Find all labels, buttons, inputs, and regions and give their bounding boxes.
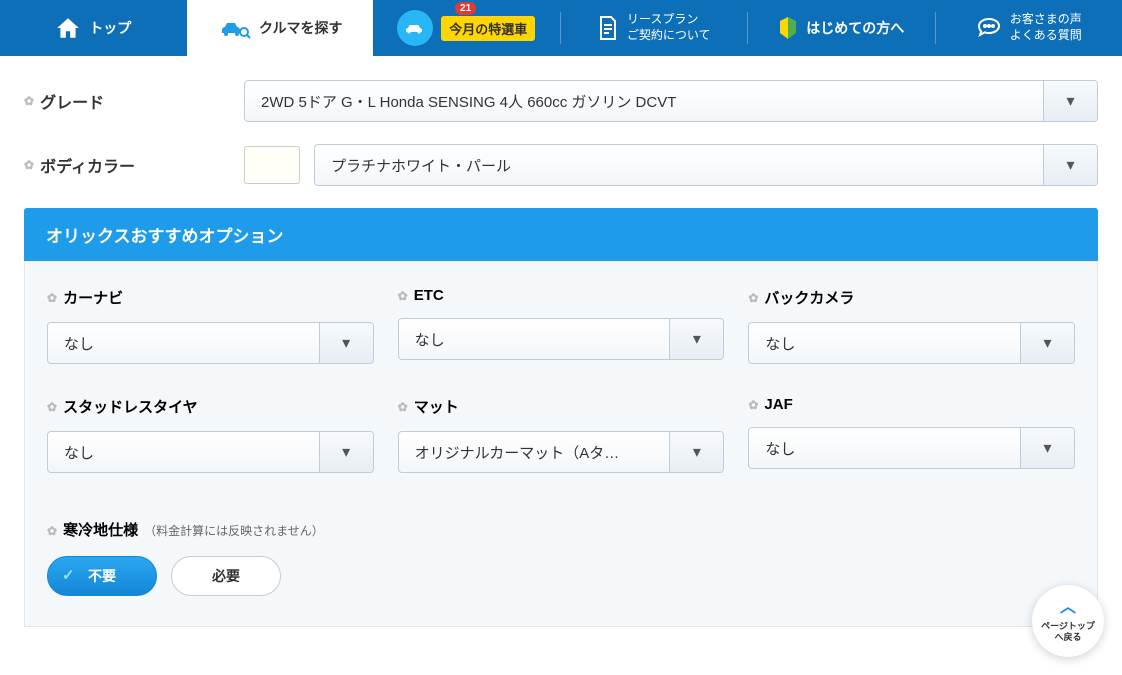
gear-icon: ✿ xyxy=(47,524,57,538)
nav-voice-line1: お客さまの声 xyxy=(1010,12,1082,28)
option-select-text: なし xyxy=(749,333,1020,354)
nav-lease-line2: ご契約について xyxy=(627,28,711,44)
option-label-text: ETC xyxy=(414,287,444,304)
nav-search[interactable]: クルマを探す xyxy=(187,0,374,56)
option-select[interactable]: なし▾ xyxy=(748,322,1075,364)
body-color-label: ✿ ボディカラー xyxy=(24,153,244,177)
nav-special[interactable]: 21 今月の特選車 xyxy=(373,0,560,56)
chevron-down-icon: ▾ xyxy=(669,319,723,359)
color-swatch xyxy=(244,146,300,184)
chevron-down-icon: ▾ xyxy=(319,323,373,363)
pagetop-line1: ページトップ xyxy=(1041,621,1095,633)
cold-yes-pill[interactable]: 必要 xyxy=(171,556,281,596)
nav-top-label: トップ xyxy=(89,18,131,38)
cold-no-pill[interactable]: ✓ 不要 xyxy=(47,556,157,596)
nav-search-label: クルマを探す xyxy=(259,18,343,38)
nav-special-label: 今月の特選車 xyxy=(441,16,535,41)
chevron-down-icon: ▾ xyxy=(1020,428,1074,468)
body-color-select[interactable]: プラチナホワイト・パール ▾ xyxy=(314,144,1098,186)
option-label-text: バックカメラ xyxy=(764,287,854,308)
cold-no-text: 不要 xyxy=(88,566,116,586)
gear-icon: ✿ xyxy=(47,400,57,414)
page-top-button[interactable]: ︿ ページトップ へ戻る xyxy=(1032,585,1104,657)
option-select-text: なし xyxy=(48,442,319,463)
grade-label: ✿ グレード xyxy=(24,89,244,113)
check-icon: ✓ xyxy=(62,566,75,584)
option-label: ✿ カーナビ xyxy=(47,287,374,308)
document-icon xyxy=(597,15,619,41)
option-item: ✿ マットオリジナルカーマット（Aタ…▾ xyxy=(398,396,725,473)
option-item: ✿ スタッドレスタイヤなし▾ xyxy=(47,396,374,473)
cold-note: （料金計算には反映されません） xyxy=(144,522,324,539)
car-search-icon xyxy=(217,17,251,39)
option-select-text: オリジナルカーマット（Aタ… xyxy=(399,442,670,463)
cold-label: ✿ 寒冷地仕様 （料金計算には反映されません） xyxy=(47,519,1075,540)
cold-yes-text: 必要 xyxy=(212,566,240,586)
gear-icon: ✿ xyxy=(47,291,57,305)
speech-bubble-icon xyxy=(976,16,1002,40)
grade-select-text: 2WD 5ドア G・L Honda SENSING 4人 660cc ガソリン … xyxy=(245,91,1043,112)
grade-row: ✿ グレード 2WD 5ドア G・L Honda SENSING 4人 660c… xyxy=(24,80,1098,122)
gear-icon: ✿ xyxy=(748,398,758,412)
home-icon xyxy=(55,15,81,41)
option-select[interactable]: なし▾ xyxy=(47,431,374,473)
content: ✿ グレード 2WD 5ドア G・L Honda SENSING 4人 660c… xyxy=(0,56,1122,675)
chevron-down-icon: ▾ xyxy=(1020,323,1074,363)
gear-icon: ✿ xyxy=(748,291,758,305)
nav-lease-line1: リースプラン xyxy=(627,12,711,28)
chevron-down-icon: ▾ xyxy=(1043,81,1097,121)
chevron-down-icon: ▾ xyxy=(319,432,373,472)
options-body: ✿カーナビなし▾✿ETCなし▾✿バックカメラなし▾✿スタッドレスタイヤなし▾✿マ… xyxy=(24,261,1098,627)
nav-voice-line2: よくある質問 xyxy=(1010,28,1082,44)
cold-pill-group: ✓ 不要 必要 xyxy=(47,556,1075,596)
body-color-label-text: ボディカラー xyxy=(40,153,135,177)
nav-beginner[interactable]: はじめての方へ xyxy=(748,0,935,56)
option-select[interactable]: オリジナルカーマット（Aタ…▾ xyxy=(398,431,725,473)
option-select[interactable]: なし▾ xyxy=(748,427,1075,469)
option-item: ✿ カーナビなし▾ xyxy=(47,287,374,364)
chevron-down-icon: ▾ xyxy=(1043,145,1097,185)
chevron-up-icon: ︿ xyxy=(1060,598,1076,619)
option-item: ✿ バックカメラなし▾ xyxy=(748,287,1075,364)
options-panel: オリックスおすすめオプション ✿カーナビなし▾✿ETCなし▾✿バックカメラなし▾… xyxy=(24,208,1098,627)
option-select-text: なし xyxy=(749,438,1020,459)
nav-lease[interactable]: リースプラン ご契約について xyxy=(561,0,748,56)
car-circle-icon xyxy=(397,10,433,46)
option-label-text: JAF xyxy=(764,396,792,413)
gear-icon: ✿ xyxy=(24,158,34,172)
option-label: ✿ マット xyxy=(398,396,725,417)
grade-label-text: グレード xyxy=(40,89,104,113)
body-color-select-text: プラチナホワイト・パール xyxy=(315,155,1043,176)
option-select[interactable]: なし▾ xyxy=(47,322,374,364)
cold-region-section: ✿ 寒冷地仕様 （料金計算には反映されません） ✓ 不要 必要 xyxy=(47,519,1075,596)
body-color-row: ✿ ボディカラー プラチナホワイト・パール ▾ xyxy=(24,144,1098,186)
nav-voice[interactable]: お客さまの声 よくある質問 xyxy=(936,0,1122,56)
option-label-text: カーナビ xyxy=(63,287,123,308)
chevron-down-icon: ▾ xyxy=(669,432,723,472)
option-select-text: なし xyxy=(399,329,670,350)
option-item: ✿ JAF なし▾ xyxy=(748,396,1075,473)
option-label: ✿ ETC xyxy=(398,287,725,304)
option-label: ✿ スタッドレスタイヤ xyxy=(47,396,374,417)
option-item: ✿ ETC なし▾ xyxy=(398,287,725,364)
option-label-text: マット xyxy=(414,396,459,417)
cold-label-text: 寒冷地仕様 xyxy=(63,519,138,540)
option-label-text: スタッドレスタイヤ xyxy=(63,396,198,417)
gear-icon: ✿ xyxy=(398,400,408,414)
options-header: オリックスおすすめオプション xyxy=(24,208,1098,261)
option-label: ✿ JAF xyxy=(748,396,1075,413)
nav-beginner-label: はじめての方へ xyxy=(806,18,904,38)
special-badge: 21 xyxy=(455,2,476,15)
option-label: ✿ バックカメラ xyxy=(748,287,1075,308)
beginner-mark-icon xyxy=(778,15,798,41)
nav-top[interactable]: トップ xyxy=(0,0,187,56)
grade-select[interactable]: 2WD 5ドア G・L Honda SENSING 4人 660cc ガソリン … xyxy=(244,80,1098,122)
option-select[interactable]: なし▾ xyxy=(398,318,725,360)
navbar: トップ クルマを探す 21 今月の特選車 リースプラン ご契約について はじめて… xyxy=(0,0,1122,56)
gear-icon: ✿ xyxy=(398,289,408,303)
option-select-text: なし xyxy=(48,333,319,354)
pagetop-line2: へ戻る xyxy=(1054,632,1081,644)
gear-icon: ✿ xyxy=(24,94,34,108)
